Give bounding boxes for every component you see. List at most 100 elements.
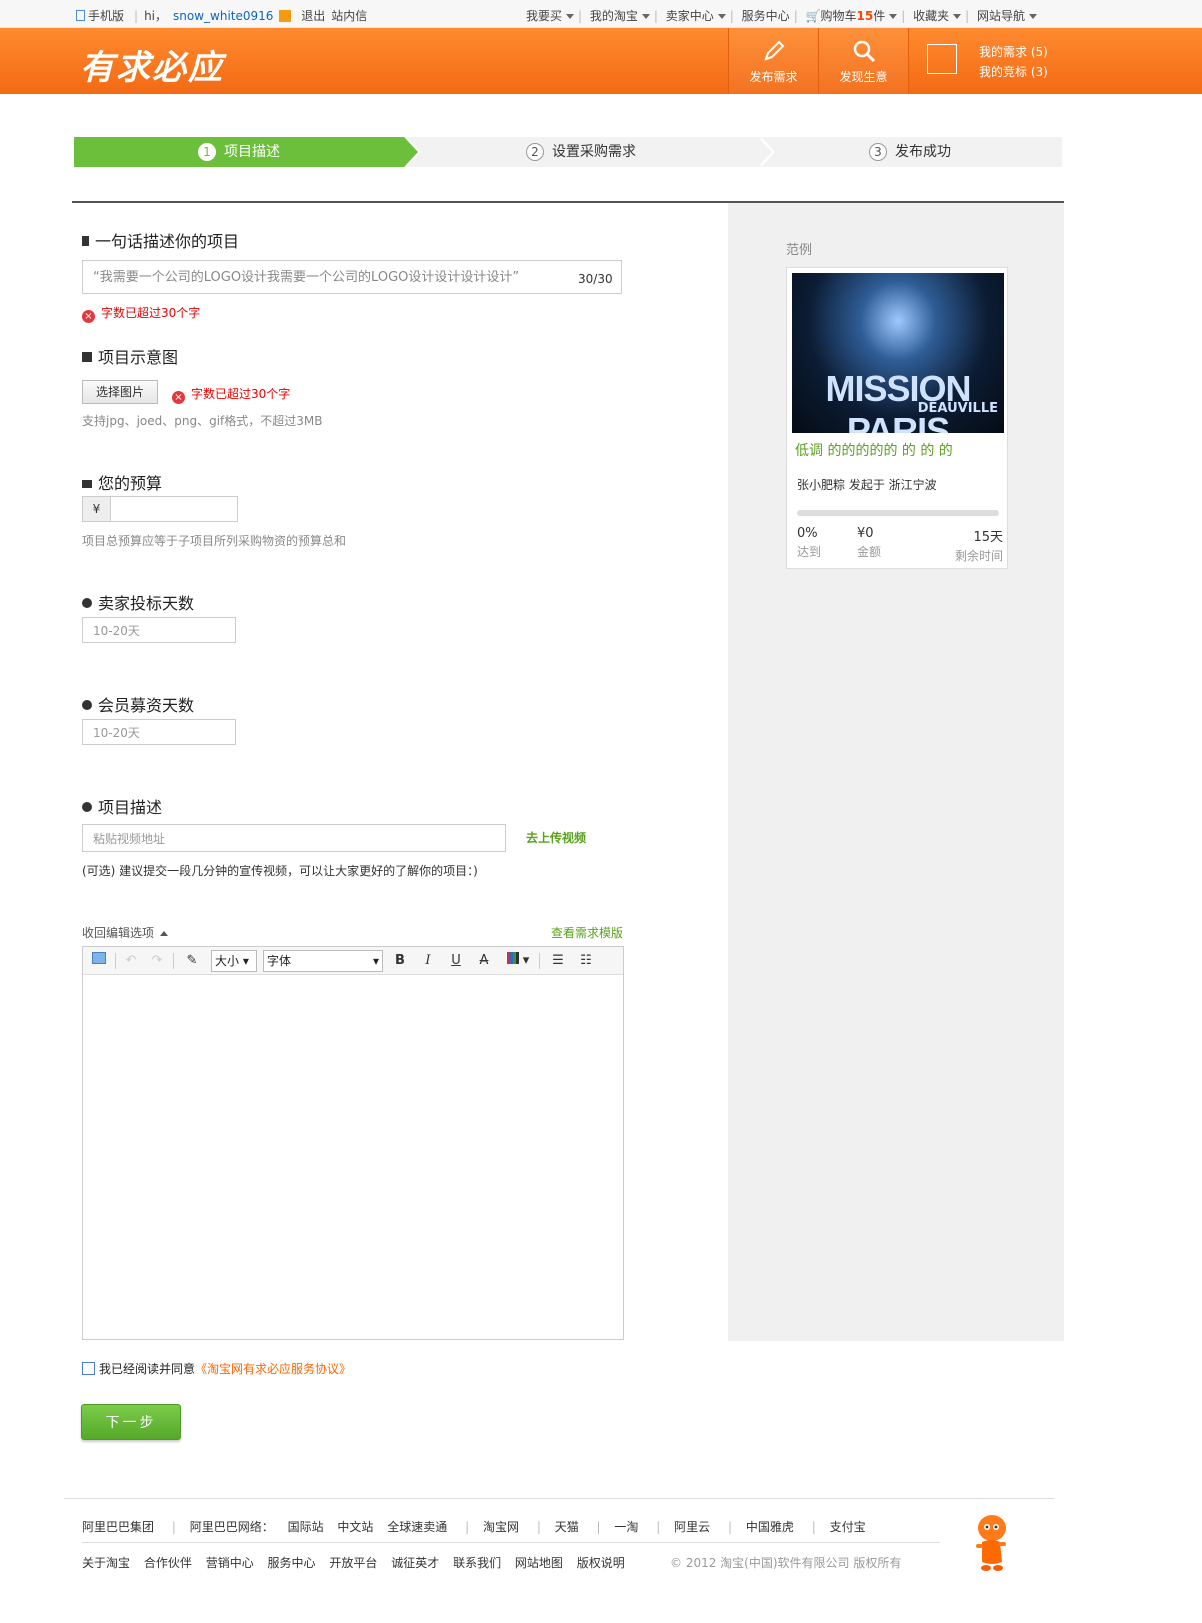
chevron-down-icon (953, 14, 962, 19)
numbered-list-icon[interactable]: ☷ (577, 952, 595, 970)
example-panel: 范例 MISSION PARIS DEAUVILLE 低调 的的的的的 的 的 … (728, 203, 1064, 1341)
bid-days-input[interactable]: 10-20天 (82, 617, 236, 643)
section-title-fund-days: 会员募资天数 (82, 692, 194, 716)
mobile-link[interactable]: 手机版 (88, 9, 124, 23)
table-icon[interactable]: ▾ (505, 952, 531, 970)
chevron-down-icon (1029, 14, 1038, 19)
redo-icon[interactable]: ↷ (149, 952, 165, 970)
footer-link[interactable]: 服务中心 (268, 1556, 316, 1570)
chevron-down-icon (717, 14, 726, 19)
footer-link[interactable]: 开放平台 (329, 1556, 377, 1570)
image-icon[interactable] (91, 952, 107, 970)
bold-button[interactable]: B (391, 952, 409, 970)
view-template-link[interactable]: 查看需求模版 (551, 924, 623, 941)
example-card-author: 张小肥粽 发起于 浙江宁波 (797, 478, 937, 492)
my-bids-link[interactable]: 我的竞标 (3) (979, 62, 1048, 82)
logout-link[interactable]: 退出 (301, 9, 325, 23)
my-needs-link[interactable]: 我的需求 (5) (979, 42, 1048, 62)
fund-days-input[interactable]: 10-20天 (82, 719, 236, 745)
menu-seller-center[interactable]: 卖家中心 (666, 9, 726, 23)
footer-link[interactable]: 全球速卖通 (387, 1520, 447, 1534)
copyright: © 2012 淘宝(中国)软件有限公司 版权所有 (670, 1556, 902, 1570)
step-3: 3 发布成功 (758, 137, 1062, 167)
avatar[interactable] (927, 44, 957, 74)
messages-link[interactable]: 站内信 (331, 9, 367, 23)
footer-link[interactable]: 阿里巴巴集团 (82, 1520, 154, 1534)
upload-video-link[interactable]: 去上传视频 (526, 829, 586, 846)
mobile-icon (76, 10, 85, 21)
menu-site-nav[interactable]: 网站导航 (977, 9, 1038, 23)
mascot-icon (976, 1515, 1006, 1571)
footer-divider (64, 1498, 1054, 1499)
footer-link[interactable]: 合作伙伴 (144, 1556, 192, 1570)
top-bar-left: 手机版 | hi， snow_white0916 退出 站内信 (76, 7, 373, 24)
step-1: 1 项目描述 (74, 137, 404, 167)
footer-link[interactable]: 国际站 (288, 1520, 324, 1534)
section-title-image: 项目示意图 (82, 344, 178, 368)
post-need-button[interactable]: 发布需求 (728, 28, 818, 94)
underline-button[interactable]: U (447, 952, 465, 970)
chevron-down-icon (566, 14, 575, 19)
footer-link[interactable]: 诚征英才 (391, 1556, 439, 1570)
step-arrow (404, 137, 418, 167)
section-title-budget: 您的预算 (82, 470, 162, 494)
footer-link[interactable]: 中国雅虎 (746, 1520, 794, 1534)
font-family-select[interactable]: 字体 ▾ (263, 950, 383, 972)
error-message: × 字数已超过30个字 (172, 385, 290, 404)
error-icon: × (82, 310, 95, 323)
footer-link[interactable]: 关于淘宝 (82, 1556, 130, 1570)
find-business-button[interactable]: 发现生意 (818, 28, 908, 94)
step-2: 2 设置采购需求 (404, 137, 758, 167)
agreement: 我已经阅读并同意《淘宝网有求必应服务协议》 (82, 1360, 351, 1377)
undo-icon[interactable]: ↶ (123, 952, 139, 970)
footer-link[interactable]: 阿里云 (674, 1520, 710, 1534)
budget-input[interactable]: ¥ (82, 496, 238, 522)
strikethrough-button[interactable]: A (475, 952, 493, 970)
footer-link[interactable]: 网站地图 (515, 1556, 563, 1570)
footer-link[interactable]: 天猫 (555, 1520, 579, 1534)
char-count: 30/30 (578, 272, 613, 286)
search-icon (853, 40, 875, 63)
bullet-list-icon[interactable]: ☰ (549, 952, 567, 970)
agree-checkbox[interactable] (82, 1362, 95, 1375)
footer-link[interactable]: 支付宝 (830, 1520, 866, 1534)
post-need-label: 发布需求 (749, 70, 798, 84)
progress-bar (797, 510, 999, 516)
logo[interactable]: 有求必应 (80, 40, 224, 89)
example-card-title[interactable]: 低调 的的的的的 的 的 的 (795, 440, 953, 460)
font-size-select[interactable]: 大小 ▾ (211, 950, 257, 972)
video-url-input[interactable]: 粘贴视频地址 (82, 824, 506, 852)
logout-icon (279, 10, 292, 22)
footer-link[interactable]: 中文站 (337, 1520, 373, 1534)
collapse-editor-toggle[interactable]: 收回编辑选项 (82, 924, 169, 941)
step-3-label: 发布成功 (895, 144, 951, 160)
greeting: hi， (144, 9, 168, 23)
section-title-description: 一句话描述你的项目 (82, 228, 239, 252)
example-card[interactable]: MISSION PARIS DEAUVILLE 低调 的的的的的 的 的 的 张… (786, 267, 1008, 569)
italic-button[interactable]: I (419, 952, 437, 970)
stat-time-left: 15天 剩余时间 (955, 530, 1004, 563)
menu-my-taobao[interactable]: 我的淘宝 (590, 9, 650, 23)
pencil-icon (763, 40, 784, 61)
menu-favorites[interactable]: 收藏夹 (913, 9, 962, 23)
footer-link[interactable]: 联系我们 (453, 1556, 501, 1570)
format-brush-icon[interactable]: ✎ (183, 952, 201, 970)
footer-link[interactable]: 营销中心 (206, 1556, 254, 1570)
error-message: × 字数已超过30个字 (82, 304, 200, 323)
footer-link[interactable]: 一淘 (614, 1520, 638, 1534)
grid-icon (82, 352, 92, 362)
menu-buy[interactable]: 我要买 (526, 9, 575, 23)
footer-link[interactable]: 版权说明 (577, 1556, 625, 1570)
username-link[interactable]: snow_white0916 (173, 9, 273, 23)
agreement-link[interactable]: 《淘宝网有求必应服务协议》 (195, 1362, 351, 1376)
cart-link[interactable]: 🛒购物车15件 (806, 9, 898, 23)
footer-link[interactable]: 淘宝网 (483, 1520, 519, 1534)
description-input[interactable]: “我需要一个公司的LOGO设计我需要一个公司的LOGO设计设计设计设计” (82, 260, 622, 294)
section-title-project-description: 项目描述 (82, 794, 162, 818)
chevron-down-icon (889, 14, 898, 19)
rich-text-editor[interactable]: ↶ ↷ ✎ 大小 ▾ 字体 ▾ B I U A ▾ ☰ ☷ (82, 946, 624, 1340)
section-title-bid-days: 卖家投标天数 (82, 590, 194, 614)
choose-image-button[interactable]: 选择图片 (82, 380, 158, 404)
menu-service-center[interactable]: 服务中心 (742, 9, 790, 23)
next-step-button[interactable]: 下一步 (81, 1404, 181, 1440)
